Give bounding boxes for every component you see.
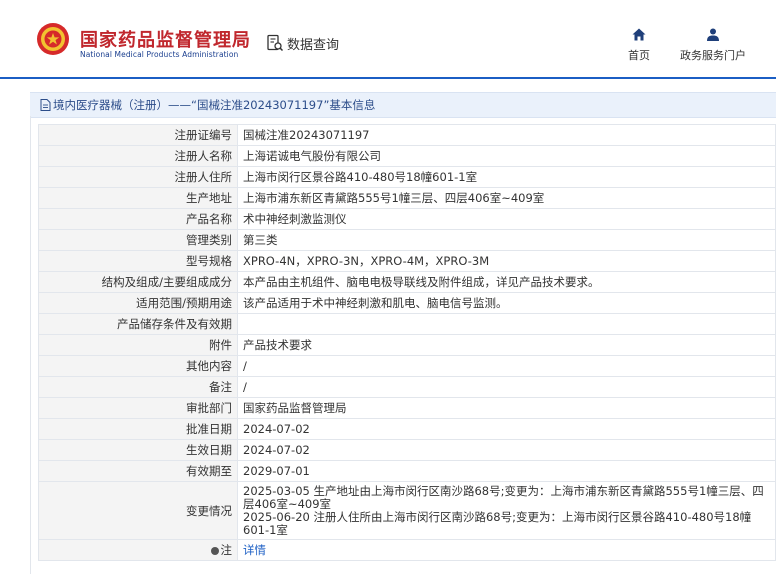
document-icon <box>40 99 51 111</box>
user-icon <box>707 28 719 41</box>
row-label: 生效日期 <box>38 439 238 461</box>
row-label: 备注 <box>38 376 238 398</box>
details-link[interactable]: 详情 <box>243 543 266 557</box>
table-row: 生效日期 2024-07-02 <box>38 439 776 461</box>
row-value: 2024-07-02 <box>237 439 776 461</box>
row-label: 产品储存条件及有效期 <box>38 313 238 335</box>
row-value: 第三类 <box>237 229 776 251</box>
row-value: / <box>237 376 776 398</box>
row-value: 2029-07-01 <box>237 460 776 482</box>
nav-home[interactable]: 首页 <box>628 28 650 63</box>
table-row: 审批部门 国家药品监督管理局 <box>38 397 776 419</box>
row-value: 国械注准20243071197 <box>237 124 776 146</box>
table-row: 产品名称 术中神经刺激监测仪 <box>38 208 776 230</box>
row-value: / <box>237 355 776 377</box>
table-row: 批准日期 2024-07-02 <box>38 418 776 440</box>
row-label: 注册证编号 <box>38 124 238 146</box>
note-value: 详情 <box>237 539 776 561</box>
row-label: 注册人名称 <box>38 145 238 167</box>
registration-detail-table: 注册证编号 国械注准20243071197 注册人名称 上海诺诚电气股份有限公司 注… <box>38 124 776 561</box>
nav-service-portal-label: 政务服务门户 <box>680 49 746 62</box>
nav-service-portal[interactable]: 政务服务门户 <box>680 28 746 63</box>
row-value: 国家药品监督管理局 <box>237 397 776 419</box>
row-value <box>237 313 776 335</box>
table-row: 结构及组成/主要组成成分 本产品由主机组件、脑电电极导联线及附件组成，详见产品技术… <box>38 271 776 293</box>
site-subtitle: National Medical Products Administration <box>80 50 239 59</box>
table-row: 注册证编号 国械注准20243071197 <box>38 124 776 146</box>
table-row: 注册人住所 上海市闵行区景谷路410-480号18幢601-1室 <box>38 166 776 188</box>
table-row: 注册人名称 上海诺诚电气股份有限公司 <box>38 145 776 167</box>
row-value: 2024-07-02 <box>237 418 776 440</box>
row-value: 本产品由主机组件、脑电电极导联线及附件组成，详见产品技术要求。 <box>237 271 776 293</box>
home-icon <box>632 28 646 41</box>
change-history-label: 变更情况 <box>38 481 238 540</box>
row-label: 审批部门 <box>38 397 238 419</box>
breadcrumb-text: 境内医疗器械（注册）——“国械注准20243071197”基本信息 <box>53 98 376 112</box>
row-value: 产品技术要求 <box>237 334 776 356</box>
row-label: 结构及组成/主要组成成分 <box>38 271 238 293</box>
pin-icon <box>210 547 219 555</box>
row-label: 批准日期 <box>38 418 238 440</box>
note-row: 注 详情 <box>38 539 776 561</box>
row-value: 上海诺诚电气股份有限公司 <box>237 145 776 167</box>
note-label: 注 <box>220 543 233 557</box>
table-row: 附件 产品技术要求 <box>38 334 776 356</box>
site-header: 国家药品监督管理局 National Medical Products Admi… <box>0 0 776 78</box>
row-label: 有效期至 <box>38 460 238 482</box>
header-divider <box>0 77 776 79</box>
table-row: 管理类别 第三类 <box>38 229 776 251</box>
row-label: 生产地址 <box>38 187 238 209</box>
table-row: 型号规格 XPRO-4N，XPRO-3N，XPRO-4M，XPRO-3M <box>38 250 776 272</box>
row-label: 适用范围/预期用途 <box>38 292 238 314</box>
table-row: 适用范围/预期用途 该产品适用于术中神经刺激和肌电、脑电信号监测。 <box>38 292 776 314</box>
row-label: 其他内容 <box>38 355 238 377</box>
row-value: 上海市浦东新区青黛路555号1幢三层、四层406室~409室 <box>237 187 776 209</box>
table-row: 产品储存条件及有效期 <box>38 313 776 335</box>
change-entry: 2025-06-20 注册人住所由上海市闵行区南沙路68号;变更为：上海市闵行区… <box>243 509 752 537</box>
change-history-value: 2025-03-05 生产地址由上海市闵行区南沙路68号;变更为：上海市浦东新区… <box>237 481 776 540</box>
site-title[interactable]: 国家药品监督管理局 <box>80 26 251 52</box>
row-label: 产品名称 <box>38 208 238 230</box>
left-border <box>30 116 31 574</box>
national-emblem-icon <box>37 23 69 55</box>
data-query-link[interactable]: 数据查询 <box>266 34 340 53</box>
change-entry: 2025-03-05 生产地址由上海市闵行区南沙路68号;变更为：上海市浦东新区… <box>243 483 764 511</box>
table-row: 生产地址 上海市浦东新区青黛路555号1幢三层、四层406室~409室 <box>38 187 776 209</box>
row-label: 管理类别 <box>38 229 238 251</box>
row-value: XPRO-4N，XPRO-3N，XPRO-4M，XPRO-3M <box>237 250 776 272</box>
row-value: 该产品适用于术中神经刺激和肌电、脑电信号监测。 <box>237 292 776 314</box>
row-label: 附件 <box>38 334 238 356</box>
row-value: 上海市闵行区景谷路410-480号18幢601-1室 <box>237 166 776 188</box>
document-search-icon <box>267 34 284 52</box>
row-value: 术中神经刺激监测仪 <box>237 208 776 230</box>
table-row: 其他内容 / <box>38 355 776 377</box>
row-label: 型号规格 <box>38 250 238 272</box>
breadcrumb: 境内医疗器械（注册）——“国械注准20243071197”基本信息 <box>30 92 776 118</box>
note-label-cell: 注 <box>38 539 238 561</box>
row-label: 注册人住所 <box>38 166 238 188</box>
change-history-row: 变更情况 2025-03-05 生产地址由上海市闵行区南沙路68号;变更为：上海… <box>38 481 776 540</box>
table-row: 有效期至 2029-07-01 <box>38 460 776 482</box>
table-row: 备注 / <box>38 376 776 398</box>
nav-home-label: 首页 <box>628 49 650 62</box>
data-query-label: 数据查询 <box>287 37 340 53</box>
